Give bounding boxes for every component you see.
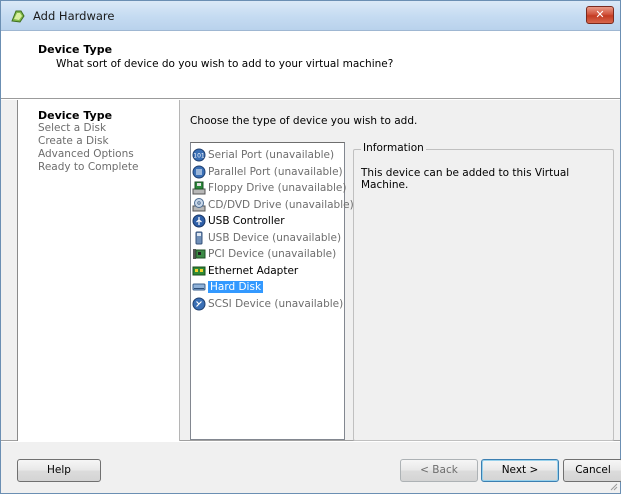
information-text: This device can be added to this Virtual…	[361, 167, 570, 191]
svg-text:101: 101	[193, 153, 205, 160]
device-label: PCI Device (unavailable)	[208, 248, 337, 261]
device-label: Hard Disk	[208, 281, 264, 294]
step-select-a-disk: Select a Disk	[38, 122, 107, 134]
pci-device-icon	[193, 249, 206, 260]
device-label: Parallel Port (unavailable)	[208, 165, 343, 178]
step-advanced-options: Advanced Options	[38, 148, 134, 160]
device-scsi-device[interactable]: SCSI Device (unavailable)	[191, 296, 344, 313]
add-hardware-icon	[11, 10, 25, 23]
device-label: Ethernet Adapter	[208, 264, 299, 277]
main-panel: Choose the type of device you wish to ad…	[181, 100, 620, 441]
hard-disk-icon	[192, 283, 206, 291]
help-button[interactable]: Help	[17, 459, 101, 482]
device-label: Floppy Drive (unavailable)	[208, 182, 347, 195]
wizard-header: Device Type What sort of device do you w…	[1, 31, 620, 99]
device-floppy-drive[interactable]: Floppy Drive (unavailable)	[191, 180, 347, 197]
ethernet-adapter-icon	[192, 266, 206, 276]
device-label: USB Controller	[208, 215, 285, 228]
device-parallel-port[interactable]: Parallel Port (unavailable)	[191, 164, 344, 181]
serial-port-icon: 101	[192, 148, 206, 162]
device-usb-device[interactable]: USB Device (unavailable)	[191, 230, 344, 247]
cd-dvd-drive-icon	[192, 197, 206, 212]
page-subtitle: What sort of device do you wish to add t…	[56, 58, 394, 70]
wizard-body: Device Type Select a Disk Create a Disk …	[1, 100, 620, 441]
information-group: Information This device can be added to …	[353, 142, 614, 441]
close-button[interactable]: ✕	[586, 6, 614, 24]
device-serial-port[interactable]: 101 Serial Port (unavailable)	[191, 147, 344, 164]
step-create-a-disk: Create a Disk	[38, 135, 109, 147]
add-hardware-dialog: Add Hardware ✕ Device Type What sort of …	[0, 0, 621, 494]
device-label: CD/DVD Drive (unavailable)	[208, 198, 354, 211]
step-device-type: Device Type	[38, 109, 113, 122]
device-hard-disk[interactable]: Hard Disk	[191, 279, 344, 296]
usb-device-icon	[195, 231, 203, 245]
back-button[interactable]: < Back	[400, 459, 478, 482]
next-button[interactable]: Next >	[481, 459, 559, 482]
usb-controller-icon	[192, 214, 206, 228]
device-cd-dvd-drive[interactable]: CD/DVD Drive (unavailable)	[191, 197, 354, 214]
step-ready-to-complete: Ready to Complete	[38, 161, 139, 173]
page-title: Device Type	[38, 43, 113, 56]
device-type-list[interactable]: 101 Serial Port (unavailable) Parallel P…	[190, 142, 354, 440]
information-legend: Information	[361, 142, 426, 154]
wizard-footer: Help < Back Next > Cancel	[1, 442, 621, 493]
resize-grip-icon[interactable]	[608, 481, 618, 491]
device-usb-controller[interactable]: USB Controller	[191, 213, 344, 230]
device-pci-device[interactable]: PCI Device (unavailable)	[191, 246, 344, 263]
device-label: Serial Port (unavailable)	[208, 149, 335, 162]
device-label: SCSI Device (unavailable)	[208, 297, 344, 310]
wizard-steps: Device Type Select a Disk Create a Disk …	[17, 100, 180, 441]
cancel-button[interactable]: Cancel	[563, 459, 621, 482]
instruction-text: Choose the type of device you wish to ad…	[190, 115, 418, 127]
device-label: USB Device (unavailable)	[208, 231, 342, 244]
window-title: Add Hardware	[33, 9, 115, 23]
scsi-device-icon	[192, 297, 206, 311]
parallel-port-icon	[192, 165, 206, 179]
title-bar[interactable]: Add Hardware ✕	[1, 1, 620, 31]
floppy-drive-icon	[192, 181, 206, 195]
device-ethernet-adapter[interactable]: Ethernet Adapter	[191, 263, 344, 280]
